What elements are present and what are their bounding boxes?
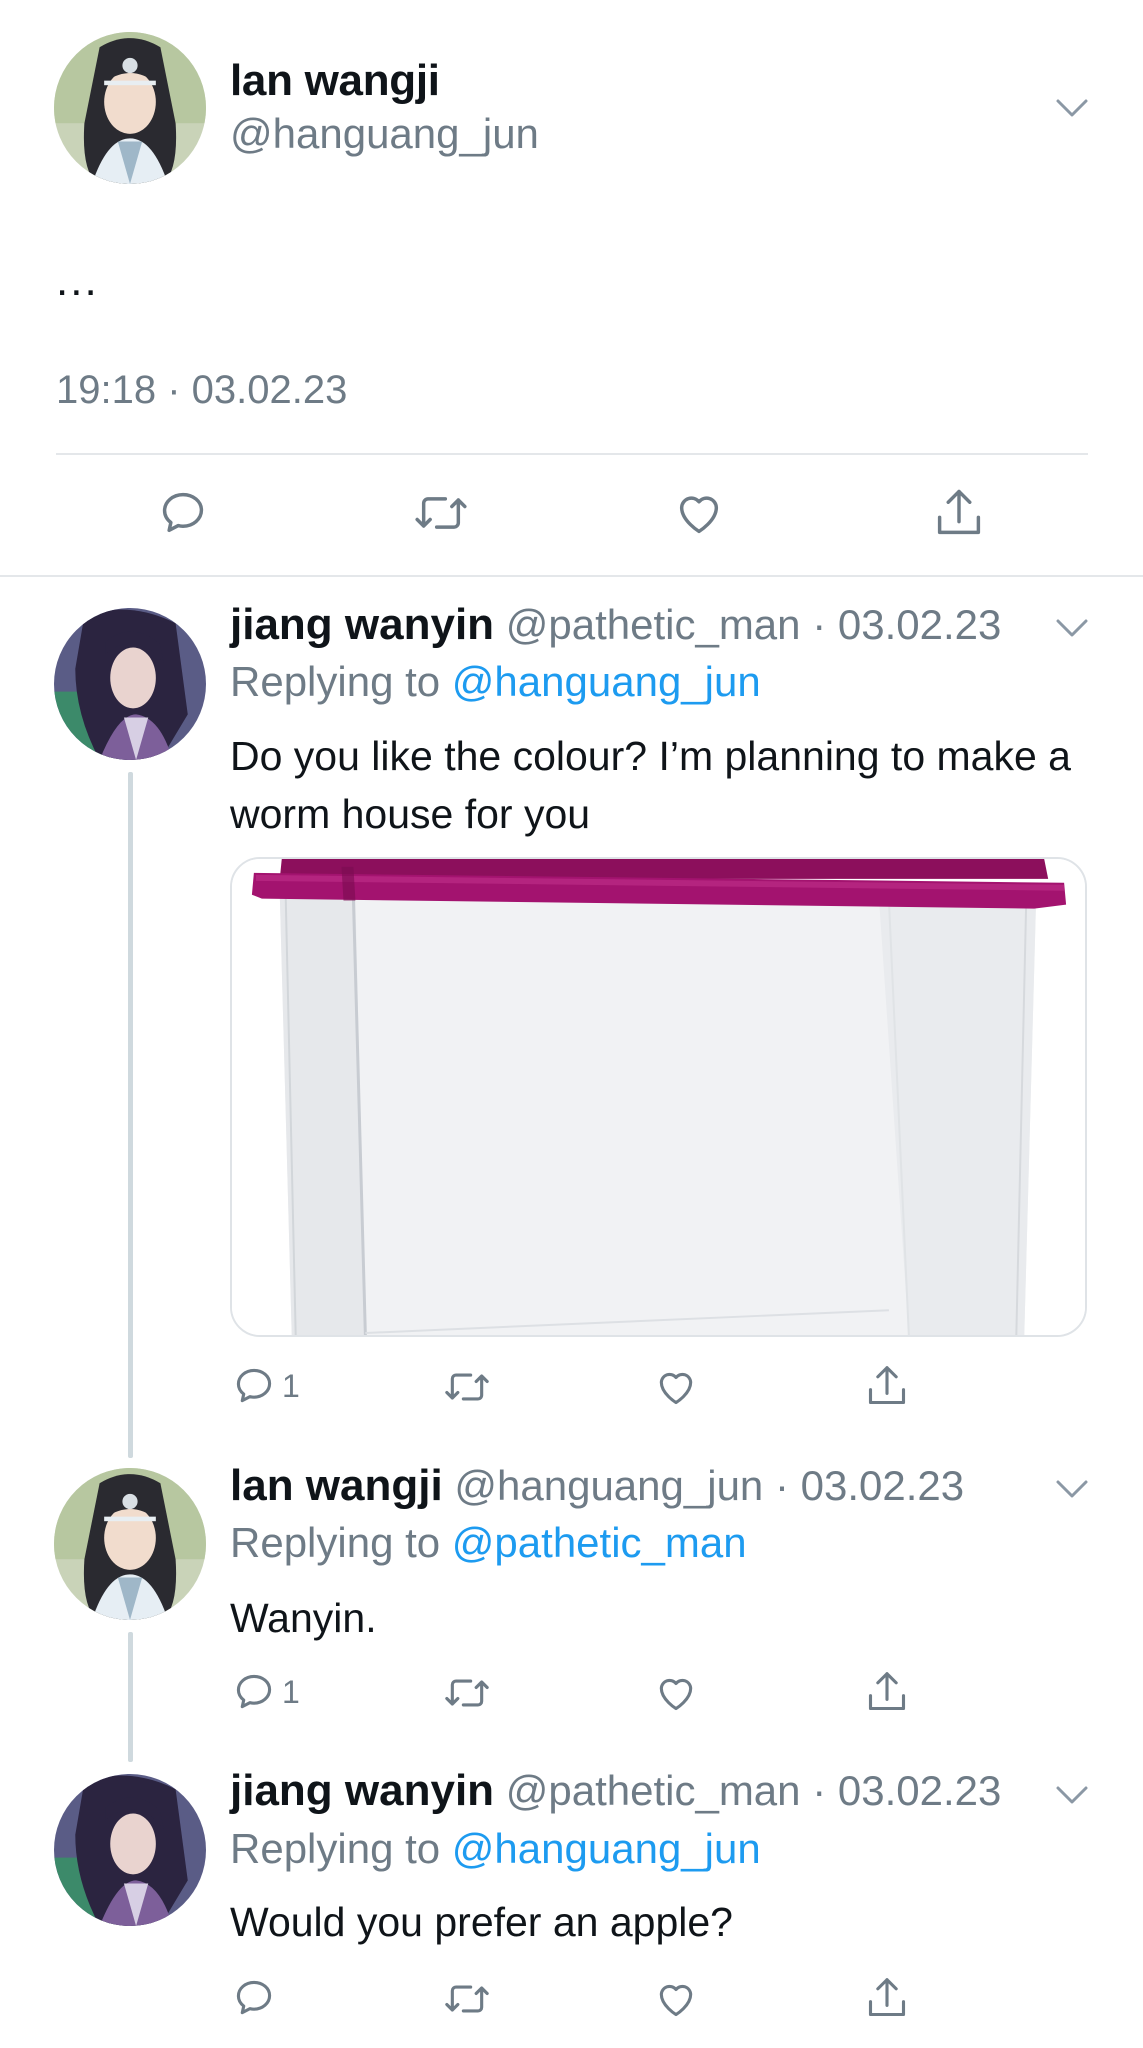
like-icon xyxy=(659,1678,693,1711)
like-icon xyxy=(679,496,719,534)
share-icon xyxy=(868,1672,906,1711)
author-handle[interactable]: @pathetic_man xyxy=(506,1767,801,1814)
like-button[interactable] xyxy=(653,1365,699,1409)
reply-header: jiang wanyin @pathetic_man · 03.02.23 xyxy=(230,1766,1001,1816)
replying-to-link[interactable]: @pathetic_man xyxy=(452,1519,747,1566)
reply-text: Would you prefer an apple? xyxy=(230,1899,733,1945)
share-button[interactable] xyxy=(865,1362,909,1410)
replying-to: Replying to @pathetic_man xyxy=(230,1519,747,1567)
replying-to-label: Replying to xyxy=(230,1519,441,1566)
tweet-image[interactable] xyxy=(230,857,1087,1337)
share-icon xyxy=(868,1366,906,1405)
separator: · xyxy=(812,601,827,648)
retweet-button[interactable] xyxy=(442,1671,492,1715)
share-icon xyxy=(937,489,981,535)
reply-button[interactable] xyxy=(157,487,209,539)
author-name[interactable]: jiang wanyin xyxy=(230,600,494,649)
author-handle[interactable]: @hanguang_jun xyxy=(230,110,539,158)
section-divider xyxy=(0,575,1143,577)
reply-button[interactable]: 1 xyxy=(232,1670,300,1714)
retweet-icon xyxy=(445,1679,489,1707)
retweet-icon xyxy=(415,497,467,529)
reply-count: 1 xyxy=(282,1673,300,1710)
thread-line xyxy=(128,1632,133,1762)
author-name[interactable]: lan wangji xyxy=(230,1461,443,1510)
replying-to: Replying to @hanguang_jun xyxy=(230,1825,761,1873)
reply-icon xyxy=(236,1674,272,1709)
reply-text: Do you like the colour? I’m planning to … xyxy=(230,733,1071,837)
author-name[interactable]: jiang wanyin xyxy=(230,1766,494,1815)
like-icon xyxy=(659,1984,693,2017)
retweet-button[interactable] xyxy=(442,1365,492,1409)
retweet-icon xyxy=(445,1985,489,2013)
retweet-button[interactable] xyxy=(442,1977,492,2021)
chevron-down-icon[interactable] xyxy=(1052,608,1092,648)
share-button[interactable] xyxy=(933,485,985,541)
reply-date: 03.02.23 xyxy=(800,1462,965,1509)
divider xyxy=(56,453,1088,455)
reply-header: lan wangji @hanguang_jun · 03.02.23 xyxy=(230,1461,964,1511)
avatar-jiang-wanyin[interactable] xyxy=(54,1774,206,1926)
container-photo xyxy=(232,859,1085,1335)
thread-line xyxy=(128,772,133,1458)
chevron-down-icon[interactable] xyxy=(1052,1469,1092,1509)
author-handle[interactable]: @pathetic_man xyxy=(506,601,801,648)
reply-date: 03.02.23 xyxy=(837,601,1002,648)
like-button[interactable] xyxy=(653,1977,699,2021)
replying-to-label: Replying to xyxy=(230,658,441,705)
replying-to-label: Replying to xyxy=(230,1825,441,1872)
reply-text: Wanyin. xyxy=(230,1595,377,1641)
separator: · xyxy=(774,1462,789,1509)
chevron-down-icon[interactable] xyxy=(1052,88,1092,128)
reply-icon xyxy=(236,1980,272,2015)
tweet-text: ... xyxy=(56,256,99,305)
reply-count: 1 xyxy=(282,1367,300,1404)
share-icon xyxy=(868,1978,906,2017)
reply-button[interactable]: 1 xyxy=(232,1364,300,1408)
tweet-timestamp: 19:18 · 03.02.23 xyxy=(56,368,348,412)
replying-to: Replying to @hanguang_jun xyxy=(230,658,761,706)
retweet-icon xyxy=(445,1373,489,1401)
reply-header: jiang wanyin @pathetic_man · 03.02.23 xyxy=(230,600,1001,650)
share-button[interactable] xyxy=(865,1974,909,2022)
like-button[interactable] xyxy=(672,487,726,539)
chevron-down-icon[interactable] xyxy=(1052,1775,1092,1815)
replying-to-link[interactable]: @hanguang_jun xyxy=(452,658,761,705)
author-handle[interactable]: @hanguang_jun xyxy=(454,1462,763,1509)
reply-date: 03.02.23 xyxy=(837,1767,1002,1814)
avatar-lan-wangji[interactable] xyxy=(54,32,206,184)
separator: · xyxy=(812,1767,827,1814)
author-name[interactable]: lan wangji xyxy=(230,56,440,106)
replying-to-link[interactable]: @hanguang_jun xyxy=(452,1825,761,1872)
avatar-jiang-wanyin[interactable] xyxy=(54,608,206,760)
reply-icon xyxy=(162,492,204,533)
avatar-lan-wangji[interactable] xyxy=(54,1468,206,1620)
reply-button[interactable] xyxy=(232,1976,282,2020)
like-button[interactable] xyxy=(653,1671,699,1715)
share-button[interactable] xyxy=(865,1668,909,1716)
reply-icon xyxy=(236,1368,272,1403)
retweet-button[interactable] xyxy=(412,487,470,539)
like-icon xyxy=(659,1372,693,1405)
